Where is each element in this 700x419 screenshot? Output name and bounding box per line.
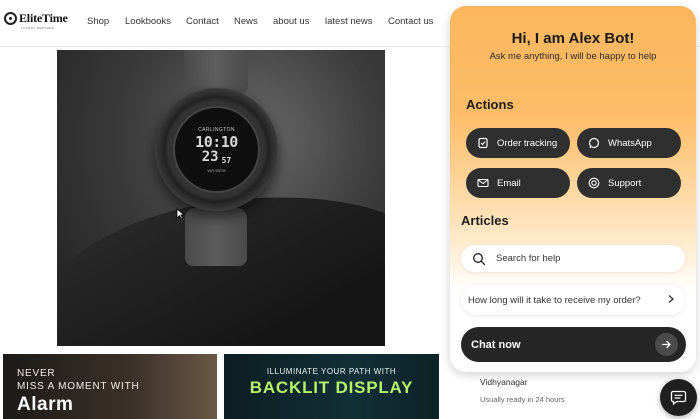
nav-latest-news[interactable]: latest news xyxy=(325,16,373,27)
alarm-banner-line1: NEVER xyxy=(17,368,56,379)
arrow-right-icon xyxy=(655,333,678,356)
support-icon xyxy=(587,176,601,190)
support-label: Support xyxy=(608,177,642,189)
whatsapp-label: WhatsApp xyxy=(608,137,652,149)
articles-heading: Articles xyxy=(461,213,509,228)
chevron-right-icon xyxy=(668,295,674,303)
store-location: Vidhyanagar xyxy=(480,377,528,387)
order-tracking-icon xyxy=(476,136,490,150)
alarm-banner-line2: MISS A MOMENT WITH xyxy=(17,381,140,392)
widget-title: Hi, I am Alex Bot! xyxy=(511,30,635,47)
watch-time-display: 10:10 xyxy=(195,132,238,151)
order-tracking-button[interactable]: Order tracking xyxy=(466,128,570,158)
product-image[interactable]: CARLINGTON 10:10 23 57 WR 5ATM xyxy=(57,50,385,346)
watch-case: CARLINGTON 10:10 23 57 WR 5ATM xyxy=(155,88,278,211)
watch-face: CARLINGTON 10:10 23 57 WR 5ATM xyxy=(173,106,260,193)
alarm-banner-title: Alarm xyxy=(17,394,74,415)
whatsapp-button[interactable]: WhatsApp xyxy=(577,128,681,158)
chat-widget: Hi, I am Alex Bot! Ask me anything, I wi… xyxy=(450,6,696,372)
order-tracking-label: Order tracking xyxy=(497,137,558,149)
nav-contact[interactable]: Contact xyxy=(186,16,219,27)
search-placeholder: Search for help xyxy=(496,253,561,264)
support-button[interactable]: Support xyxy=(577,168,681,198)
chat-now-button[interactable]: Chat now xyxy=(461,327,686,362)
nav-contact-us[interactable]: Contact us xyxy=(388,16,433,27)
nav-news[interactable]: News xyxy=(234,16,258,27)
email-icon xyxy=(476,176,490,190)
backlit-banner-title: BACKLIT DISPLAY xyxy=(249,378,414,397)
nav-about-us[interactable]: about us xyxy=(273,16,309,27)
whatsapp-icon xyxy=(587,136,601,150)
email-label: Email xyxy=(497,177,521,189)
store-availability: Usually ready in 24 hours xyxy=(480,395,565,404)
watch-small-display: 57 xyxy=(221,155,232,165)
chat-bubble-icon xyxy=(670,390,687,406)
watch-seconds-display: 23 xyxy=(201,148,219,165)
watch-strap-bottom xyxy=(185,208,247,266)
nav-shop[interactable]: Shop xyxy=(87,16,109,27)
backlit-banner[interactable]: ILLUMINATE YOUR PATH WITH BACKLIT DISPLA… xyxy=(224,354,439,419)
backlit-banner-line1: ILLUMINATE YOUR PATH WITH xyxy=(266,367,397,376)
chat-launcher-button[interactable] xyxy=(660,379,697,416)
article-item[interactable]: How long will it take to receive my orde… xyxy=(461,285,685,315)
alarm-banner[interactable]: NEVER MISS A MOMENT WITH Alarm xyxy=(3,354,217,419)
mouse-cursor-icon xyxy=(176,208,185,220)
main-nav: Shop Lookbooks Contact News about us lat… xyxy=(0,16,450,30)
search-icon xyxy=(473,252,486,265)
water-resist-label: WR 5ATM xyxy=(207,167,226,173)
actions-heading: Actions xyxy=(466,97,514,112)
chat-now-label: Chat now xyxy=(471,338,521,351)
help-search-input[interactable]: Search for help xyxy=(461,245,685,272)
article-title: How long will it take to receive my orde… xyxy=(468,294,641,306)
email-button[interactable]: Email xyxy=(466,168,570,198)
widget-subtitle: Ask me anything, I will be happy to help xyxy=(489,51,657,62)
nav-lookbooks[interactable]: Lookbooks xyxy=(125,16,171,27)
watch-brand: CARLINGTON xyxy=(198,126,235,133)
